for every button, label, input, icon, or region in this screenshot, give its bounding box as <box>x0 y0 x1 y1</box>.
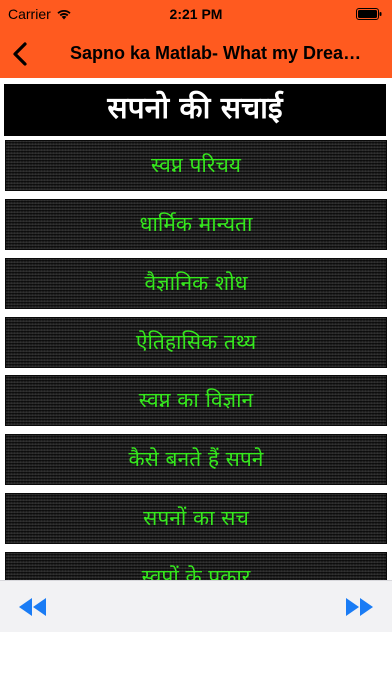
nav-title: Sapno ka Matlab- What my Dreams Mean <box>70 43 376 63</box>
chevron-left-icon[interactable] <box>6 39 36 69</box>
menu-item-swapna-parichay[interactable]: स्वप्न परिचय <box>5 140 387 191</box>
menu-item-swapna-ka-vigyan[interactable]: स्वप्न का विज्ञान <box>5 375 387 426</box>
menu-item-kaise-bante-sapne[interactable]: कैसे बनते हैं सपने <box>5 434 387 485</box>
menu-item-vaigyanik-shodh[interactable]: वैज्ञानिक शोध <box>5 258 387 309</box>
menu-item-aitihasik-tathya[interactable]: ऐतिहासिक तथ्य <box>5 317 387 368</box>
content-scroll-area[interactable]: सपनो की सचाई स्वप्न परिचय धार्मिक मान्यत… <box>0 78 392 580</box>
rewind-icon[interactable] <box>16 593 50 621</box>
menu-item-swapno-ke-prakar[interactable]: स्वप्नों के प्रकार <box>5 552 387 580</box>
menu-item-dharmik-manyata[interactable]: धार्मिक मान्यता <box>5 199 387 250</box>
fast-forward-icon[interactable] <box>342 593 376 621</box>
blank-area <box>0 632 392 696</box>
status-time: 2:21 PM <box>169 6 223 22</box>
page-heading: सपनो की सचाई <box>4 84 386 136</box>
menu-item-sapno-ka-sach[interactable]: सपनों का सच <box>5 493 387 544</box>
status-bar: Carrier 2:21 PM <box>0 0 392 30</box>
battery-icon <box>356 8 382 20</box>
navigation-bar: Sapno ka Matlab- What my Dreams Mean <box>0 30 392 78</box>
bottom-toolbar <box>0 580 392 632</box>
